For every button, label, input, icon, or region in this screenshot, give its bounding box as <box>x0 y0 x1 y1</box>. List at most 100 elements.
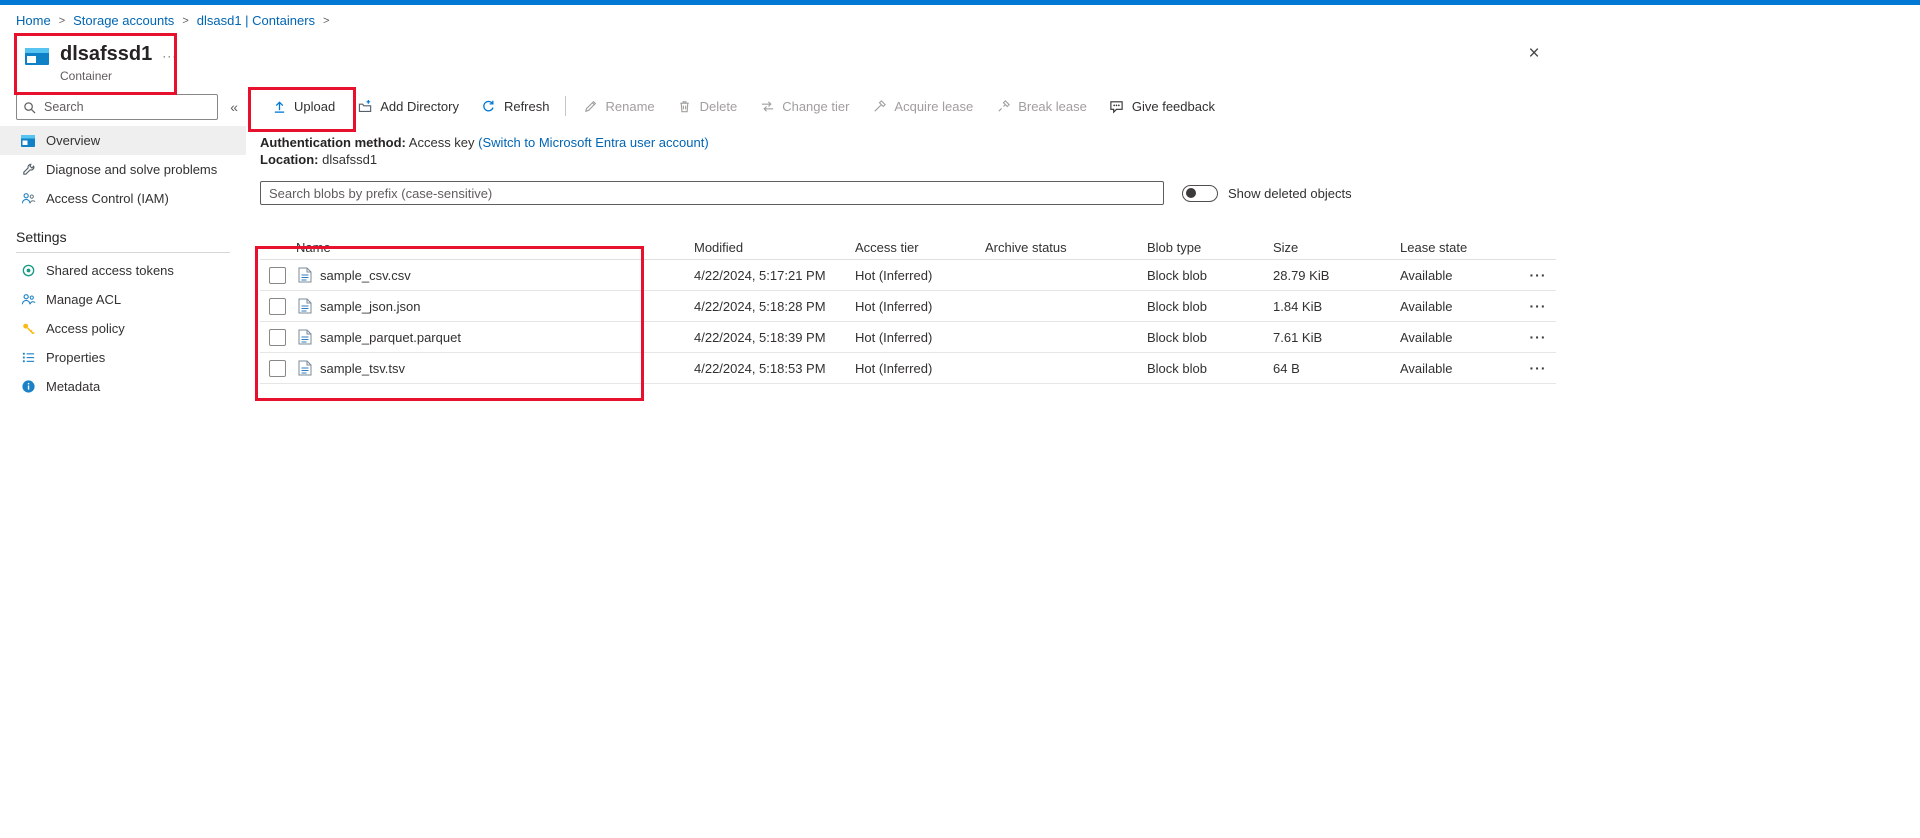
cell-lease-state: Available <box>1400 329 1453 345</box>
blob-prefix-search-input[interactable] <box>260 181 1164 205</box>
trash-icon <box>677 98 693 114</box>
info-icon <box>20 379 36 395</box>
breadcrumb-separator: > <box>58 14 66 27</box>
azure-portal-container-page: Home > Storage accounts > dlsasd1 | Cont… <box>0 0 1920 838</box>
row-more-icon[interactable]: ··· <box>1520 267 1556 283</box>
blob-filter-row: Show deleted objects <box>260 181 1920 205</box>
top-accent-bar <box>0 0 1920 5</box>
cell-modified: 4/22/2024, 5:18:39 PM <box>694 329 826 345</box>
cell-size: 1.84 KiB <box>1273 298 1323 314</box>
container-info: Authentication method: Access key (Switc… <box>260 134 1920 168</box>
rename-label: Rename <box>605 98 655 114</box>
swap-arrows-icon <box>759 98 775 114</box>
row-checkbox[interactable] <box>269 328 286 346</box>
breadcrumb-storage-accounts[interactable]: Storage accounts <box>73 13 174 28</box>
sidebar-item-overview[interactable]: Overview <box>0 126 246 155</box>
location-label: Location: <box>260 152 319 167</box>
add-directory-button[interactable]: Add Directory <box>346 88 470 124</box>
sidebar-item-label: Metadata <box>46 379 101 394</box>
file-icon <box>298 298 312 314</box>
cell-modified: 4/22/2024, 5:17:21 PM <box>694 267 826 283</box>
change-tier-button[interactable]: Change tier <box>748 88 860 124</box>
search-icon <box>23 101 36 114</box>
more-options-icon[interactable]: ··· <box>162 49 177 63</box>
sidebar-item-access-control[interactable]: Access Control (IAM) <box>0 184 246 213</box>
sidebar-item-properties[interactable]: Properties <box>0 343 246 372</box>
row-checkbox[interactable] <box>269 359 286 377</box>
file-icon <box>298 267 312 283</box>
key-icon <box>20 321 36 337</box>
row-checkbox[interactable] <box>269 297 286 315</box>
column-header-archive-status[interactable]: Archive status <box>985 240 1147 255</box>
sidebar-item-access-policy[interactable]: Access policy <box>0 314 246 343</box>
blob-name-link[interactable]: sample_parquet.parquet <box>320 330 461 345</box>
table-row[interactable]: sample_json.json 4/22/2024, 5:18:28 PM H… <box>260 291 1556 322</box>
cell-blob-type: Block blob <box>1147 298 1207 314</box>
give-feedback-button[interactable]: Give feedback <box>1098 88 1226 124</box>
blob-name-link[interactable]: sample_csv.csv <box>320 268 411 283</box>
blob-name-link[interactable]: sample_tsv.tsv <box>320 361 405 376</box>
column-header-name[interactable]: Name <box>260 240 694 255</box>
column-header-blob-type[interactable]: Blob type <box>1147 240 1273 255</box>
acquire-lease-button[interactable]: Acquire lease <box>860 88 984 124</box>
column-header-lease-state[interactable]: Lease state <box>1400 240 1520 255</box>
table-row[interactable]: sample_parquet.parquet 4/22/2024, 5:18:3… <box>260 322 1556 353</box>
table-header: Name Modified Access tier Archive status… <box>260 235 1556 260</box>
row-more-icon[interactable]: ··· <box>1520 360 1556 376</box>
row-more-icon[interactable]: ··· <box>1520 298 1556 314</box>
switch-auth-link[interactable]: (Switch to Microsoft Entra user account) <box>478 135 708 150</box>
container-icon <box>24 45 50 69</box>
cell-access-tier: Hot (Inferred) <box>855 329 933 345</box>
command-bar: Upload Add Directory Refresh Rename Dele… <box>246 88 1920 124</box>
delete-label: Delete <box>699 98 738 114</box>
sidebar-item-metadata[interactable]: Metadata <box>0 372 246 401</box>
upload-button[interactable]: Upload <box>260 88 346 124</box>
column-header-access-tier[interactable]: Access tier <box>855 240 985 255</box>
show-deleted-toggle[interactable] <box>1182 184 1218 202</box>
row-checkbox[interactable] <box>269 266 286 284</box>
sidebar-item-manage-acl[interactable]: Manage ACL <box>0 285 246 314</box>
table-row[interactable]: sample_tsv.tsv 4/22/2024, 5:18:53 PM Hot… <box>260 353 1556 384</box>
overview-container-icon <box>20 133 36 149</box>
delete-button[interactable]: Delete <box>666 88 749 124</box>
blob-name-link[interactable]: sample_json.json <box>320 299 420 314</box>
show-deleted-label: Show deleted objects <box>1228 185 1352 201</box>
cell-lease-state: Available <box>1400 267 1453 283</box>
sidebar-search[interactable] <box>16 94 219 120</box>
page-title: dlsafssd1 <box>60 43 153 65</box>
breadcrumb-containers[interactable]: dlsasd1 | Containers <box>197 13 315 28</box>
add-directory-label: Add Directory <box>380 98 459 114</box>
blob-table: Name Modified Access tier Archive status… <box>260 235 1556 384</box>
cell-lease-state: Available <box>1400 360 1453 376</box>
rename-button[interactable]: Rename <box>571 88 665 124</box>
folder-plus-icon <box>357 98 373 114</box>
sidebar-search-input[interactable] <box>42 99 212 115</box>
auth-method-value: Access key <box>408 135 475 150</box>
sidebar-item-shared-access-tokens[interactable]: Shared access tokens <box>0 256 246 285</box>
breadcrumb: Home > Storage accounts > dlsasd1 | Cont… <box>16 13 329 28</box>
cell-access-tier: Hot (Inferred) <box>855 360 933 376</box>
main-content: Upload Add Directory Refresh Rename Dele… <box>246 88 1920 838</box>
location-value: dlsafssd1 <box>322 152 378 167</box>
sidebar-settings-header: Settings <box>16 229 67 245</box>
break-lease-button[interactable]: Break lease <box>984 88 1098 124</box>
collapse-sidebar-icon[interactable]: « <box>230 99 238 115</box>
column-header-modified[interactable]: Modified <box>694 240 855 255</box>
table-row[interactable]: sample_csv.csv 4/22/2024, 5:17:21 PM Hot… <box>260 260 1556 291</box>
sidebar-item-label: Access Control (IAM) <box>46 191 169 206</box>
sidebar-item-diagnose[interactable]: Diagnose and solve problems <box>0 155 246 184</box>
cell-modified: 4/22/2024, 5:18:28 PM <box>694 298 826 314</box>
sidebar-item-label: Properties <box>46 350 106 365</box>
change-tier-label: Change tier <box>782 98 850 114</box>
refresh-button[interactable]: Refresh <box>470 88 561 124</box>
column-header-size[interactable]: Size <box>1273 240 1400 255</box>
upload-label: Upload <box>294 98 336 114</box>
break-lease-label: Break lease <box>1018 98 1087 114</box>
authentication-method-line: Authentication method: Access key (Switc… <box>260 134 1920 151</box>
close-button[interactable]: × <box>1520 40 1548 68</box>
refresh-label: Refresh <box>503 98 550 114</box>
row-more-icon[interactable]: ··· <box>1520 329 1556 345</box>
lease-pen-icon <box>871 98 887 114</box>
breadcrumb-home[interactable]: Home <box>16 13 51 28</box>
file-icon <box>298 329 312 345</box>
